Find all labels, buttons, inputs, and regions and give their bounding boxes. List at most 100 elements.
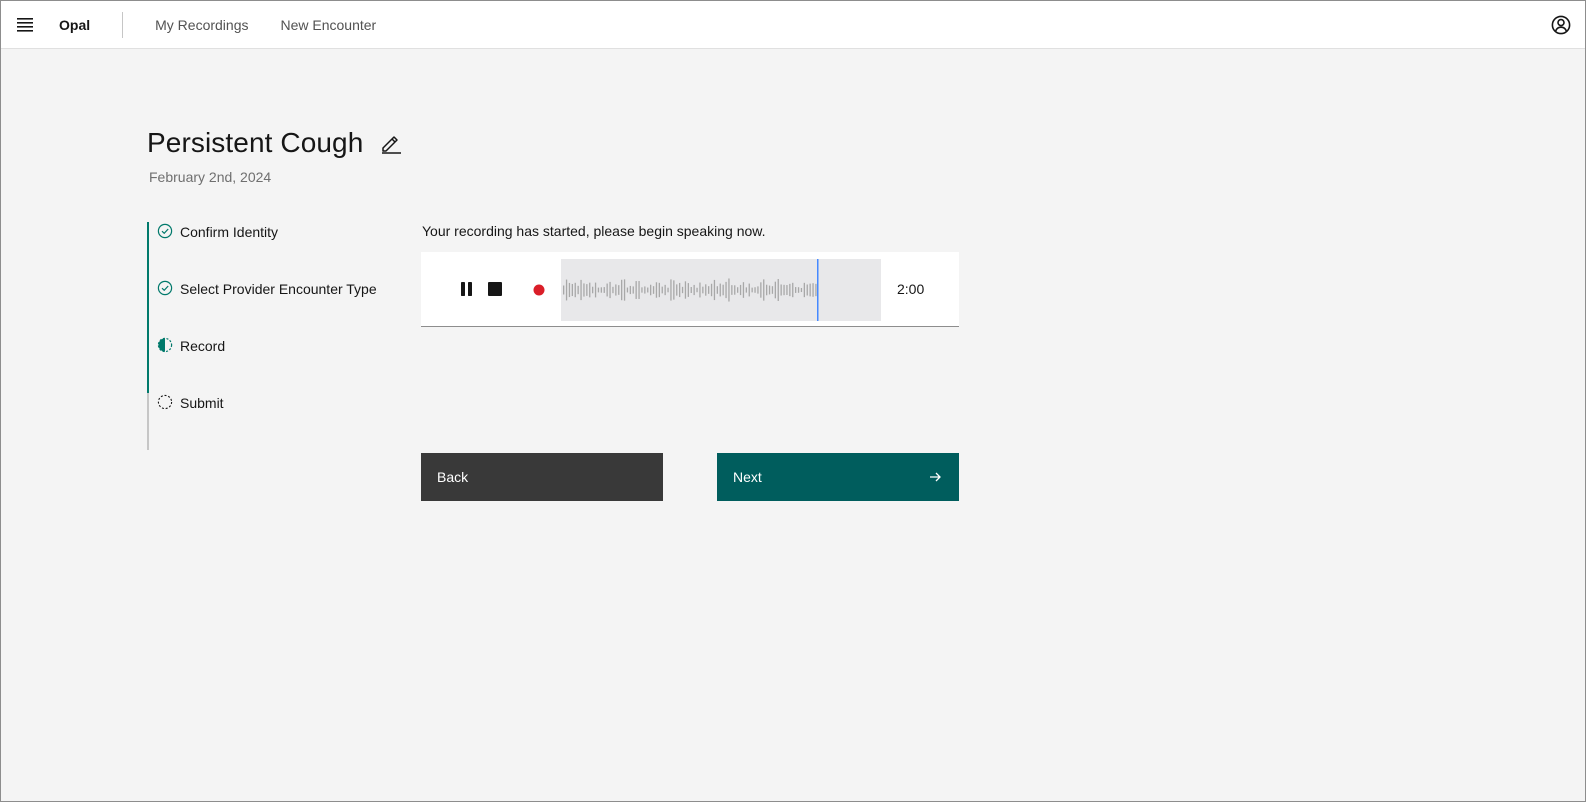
waveform-bar xyxy=(722,284,724,296)
waveform-bar xyxy=(754,287,756,293)
menu-button[interactable] xyxy=(1,1,49,49)
back-button[interactable]: Back xyxy=(421,453,663,501)
recording-instructions: Your recording has started, please begin… xyxy=(422,223,766,239)
waveform-bar xyxy=(771,286,774,294)
brand-divider xyxy=(122,11,124,38)
waveform-bar xyxy=(751,287,753,293)
waveform-bar xyxy=(580,279,582,301)
waveform-bar xyxy=(632,286,634,294)
waveform-bar xyxy=(745,287,747,293)
waveform-bar xyxy=(638,281,640,299)
step-confirm-identity[interactable]: Confirm Identity xyxy=(147,222,407,279)
waveform-bar xyxy=(641,287,643,293)
waveform-bar xyxy=(658,282,660,298)
waveform-bar xyxy=(615,284,617,296)
brand-name[interactable]: Opal xyxy=(49,1,122,49)
waveform-bar xyxy=(574,282,576,298)
waveform-bar xyxy=(679,282,681,298)
waveform-bar xyxy=(690,286,692,294)
page-title: Persistent Cough xyxy=(147,127,364,158)
waveform-bar xyxy=(760,282,762,298)
waveform-bar xyxy=(676,284,678,296)
waveform-bar xyxy=(806,284,808,296)
waveform-bar xyxy=(797,287,800,293)
waveform-bar xyxy=(763,279,765,301)
user-profile-button[interactable] xyxy=(1537,1,1585,49)
waveform-bar xyxy=(768,285,771,295)
hamburger-icon xyxy=(17,17,33,32)
step-label: Confirm Identity xyxy=(180,224,279,240)
back-button-label: Back xyxy=(437,469,469,485)
waveform-display[interactable] xyxy=(561,259,881,321)
title-row: Persistent Cough xyxy=(147,127,403,159)
waveform-bar xyxy=(696,287,698,293)
waveform-bar xyxy=(673,280,675,300)
waveform-bar xyxy=(650,284,652,296)
waveform-bar xyxy=(681,286,684,294)
waveform-bar xyxy=(739,284,742,296)
waveform-bar xyxy=(699,282,701,298)
waveform-bar xyxy=(644,286,646,294)
edit-title-button[interactable] xyxy=(379,131,403,155)
step-line xyxy=(147,336,149,393)
checkmark-outline-icon xyxy=(157,223,173,239)
waveform-bar xyxy=(815,283,817,297)
waveform-bar xyxy=(748,283,750,297)
waveform-bar xyxy=(716,286,718,294)
waveform-graphic xyxy=(563,259,819,321)
waveform-bar xyxy=(792,282,794,298)
waveform-bar xyxy=(766,284,768,296)
step-record[interactable]: Record xyxy=(147,336,407,393)
waveform-bar xyxy=(664,284,666,296)
waveform-bar xyxy=(731,285,733,295)
waveform-bar xyxy=(786,285,788,295)
waveform-playhead xyxy=(817,259,819,321)
waveform-bar xyxy=(710,283,713,297)
step-select-encounter-type[interactable]: Select Provider Encounter Type xyxy=(147,279,407,336)
waveform-bar xyxy=(687,283,689,297)
waveform-bar xyxy=(737,287,739,293)
recording-indicator xyxy=(531,282,547,298)
waveform-bar xyxy=(652,286,655,294)
waveform-bar xyxy=(655,282,658,298)
stop-button[interactable] xyxy=(485,279,505,299)
step-submit[interactable]: Submit xyxy=(147,393,407,450)
waveform-bar xyxy=(795,287,797,293)
waveform-bar xyxy=(606,283,608,297)
step-label: Submit xyxy=(180,395,224,411)
waveform-bar xyxy=(583,283,585,297)
pause-button[interactable] xyxy=(457,279,477,299)
waveform-bar xyxy=(589,282,591,298)
waveform-bar xyxy=(626,287,629,293)
waveform-bar xyxy=(629,285,631,295)
waveform-bar xyxy=(609,281,611,299)
checkmark-outline-icon xyxy=(157,280,173,296)
waveform-bar xyxy=(800,287,803,293)
step-line xyxy=(147,222,149,279)
waveform-bar xyxy=(777,279,779,301)
waveform-bar xyxy=(774,281,776,299)
waveform-bar xyxy=(661,286,663,294)
waveform-bar xyxy=(621,279,623,301)
waveform-bar xyxy=(734,285,736,295)
waveform-bar xyxy=(568,282,571,298)
waveform-bar xyxy=(592,286,594,294)
waveform-bar xyxy=(708,286,710,294)
waveform-bar xyxy=(600,287,602,293)
nav-new-encounter[interactable]: New Encounter xyxy=(265,1,393,49)
waveform-bar xyxy=(647,287,649,293)
next-button[interactable]: Next xyxy=(717,453,959,501)
waveform-bar xyxy=(705,284,707,296)
waveform-bar xyxy=(667,287,669,293)
waveform-bar xyxy=(612,286,614,294)
nav-my-recordings[interactable]: My Recordings xyxy=(139,1,264,49)
waveform-bar xyxy=(803,282,805,298)
recording-timer: 2:00 xyxy=(897,281,925,297)
step-line xyxy=(147,393,149,450)
waveform-bar xyxy=(725,281,727,299)
waveform-bar xyxy=(789,283,791,297)
pause-icon xyxy=(461,282,472,296)
audio-recorder: 2:00 xyxy=(421,252,959,327)
waveform-bar xyxy=(780,284,782,296)
waveform-bar xyxy=(586,284,588,296)
